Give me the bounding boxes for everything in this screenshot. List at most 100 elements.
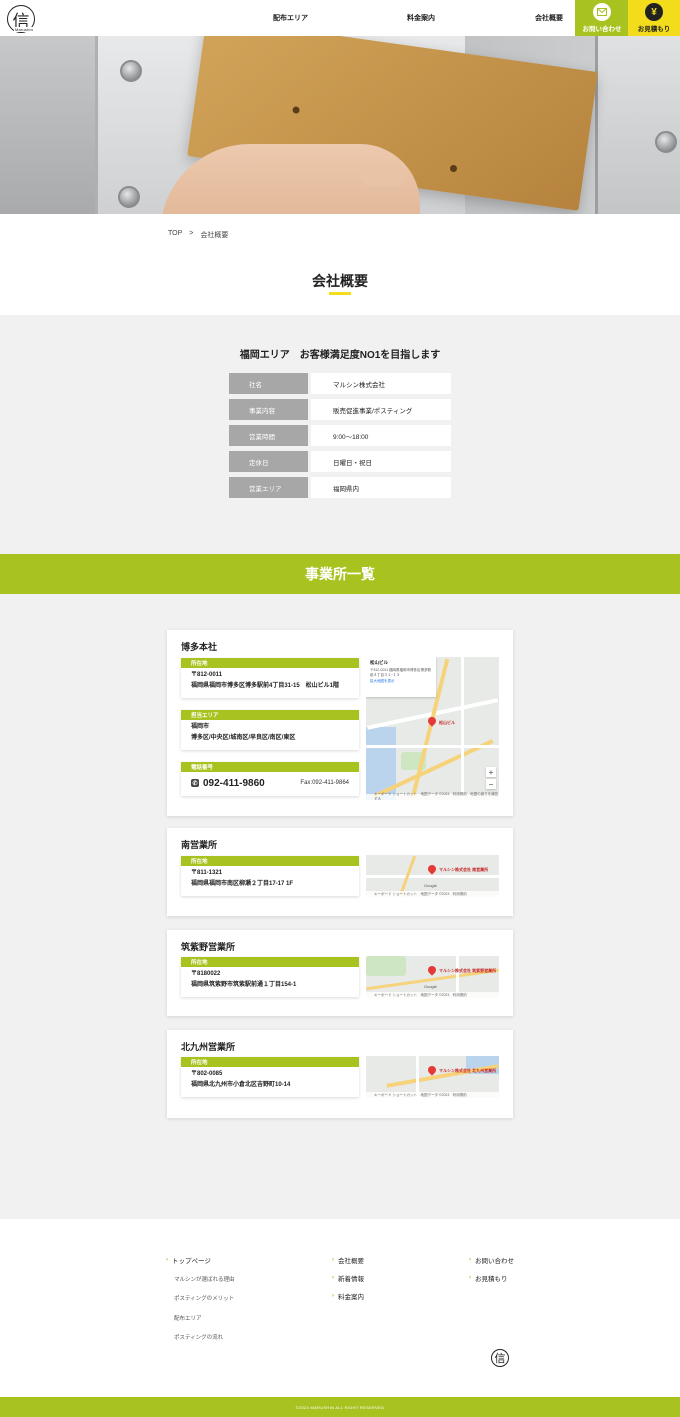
info-label: 定休日 [229, 451, 308, 472]
map-pin-label: マルシン株式会社 北九州営業所 [439, 1068, 497, 1073]
map-embed[interactable]: マルシン株式会社 北九州営業所 キーボード ショートカット 地図データ ©202… [366, 1056, 499, 1098]
map-zoom-out-button[interactable]: − [486, 779, 496, 789]
chevron-right-icon: › [332, 1293, 334, 1299]
field-label: 所在地 [181, 957, 359, 967]
phone-link[interactable]: ✆ 092-411-9860 [191, 778, 265, 789]
info-row: 定休日 日曜日・祝日 [229, 451, 451, 472]
hero-image [0, 36, 680, 214]
footer-sublink[interactable]: マルシンが選ばれる理由 [166, 1269, 235, 1289]
footer-link-label: 新着情報 [338, 1276, 364, 1283]
title-underline [329, 292, 351, 295]
field-label: 所在地 [181, 1057, 359, 1067]
logo-subtext: Marushin [14, 27, 35, 32]
envelope-hole [449, 164, 458, 173]
footer-col-3: › お問い合わせ › お見積もり [469, 1251, 514, 1287]
map-info-box: 松山ビル 〒812-0011 福岡県福岡市博多区博多駅前４丁目３１−１５ 拡大地… [366, 657, 436, 697]
office-card-kitakyushu: 北九州営業所 所在地 〒802-0085 福岡県北九州市小倉北区吉野町10-14… [167, 1030, 513, 1118]
area-city: 福岡市 [191, 724, 210, 730]
map-attribution: キーボード ショートカット 地図データ ©2023 利用規約 [366, 1092, 499, 1098]
nav-area[interactable]: 配布エリア [273, 0, 308, 36]
map-attribution: キーボード ショートカット 地図データ ©2023 利用規約 地図の誤りを報告す… [366, 792, 499, 800]
info-value: 福岡県内 [311, 477, 451, 498]
mailbox-lock [655, 131, 677, 153]
info-value: 9:00〜18:00 [311, 425, 451, 446]
footer-sublink[interactable]: 配布エリア [166, 1308, 235, 1328]
info-label: 社名 [229, 373, 308, 394]
map-pin[interactable] [426, 863, 438, 875]
thumb [360, 164, 405, 186]
postal-code: 〒812-0011 [191, 672, 223, 678]
office-card-minami: 南営業所 所在地 〒811-1321 福岡県福岡市南区柳瀬２丁目17-17 1F… [167, 828, 513, 916]
office-name: 筑紫野営業所 [181, 942, 236, 952]
breadcrumb: TOP > 会社概要 [168, 230, 228, 240]
map-pin-label: 松山ビル [439, 720, 455, 725]
address-text: 福岡県福岡市博多区博多駅前4丁目31-15 松山ビル1階 [191, 683, 340, 689]
map-road [461, 657, 464, 800]
office-name: 南営業所 [181, 840, 218, 850]
map-embed[interactable]: 松山ビル 松山ビル 〒812-0011 福岡県福岡市博多区博多駅前４丁目３１−１… [366, 657, 499, 800]
area-wards: 博多区/中央区/城南区/早良区/南区/東区 [191, 735, 296, 741]
footer-col-1: › トップページ マルシンが選ばれる理由 ポスティングのメリット 配布エリア ポス… [166, 1251, 235, 1347]
map-pin[interactable] [426, 964, 438, 976]
company-section: 福岡エリア お客様満足度NO1を目指します 社名 マルシン株式会社 事業内容 販… [0, 315, 680, 554]
footer-link-label: トップページ [172, 1258, 211, 1265]
map-embed[interactable]: マルシン株式会社 筑紫野営業所 Google キーボード ショートカット 地図デ… [366, 956, 499, 998]
mailbox-lock [118, 186, 140, 208]
breadcrumb-home[interactable]: TOP [168, 230, 182, 240]
office-name: 博多本社 [181, 642, 218, 652]
map-embed[interactable]: マルシン株式会社 南営業所 Google キーボード ショートカット 地図データ… [366, 855, 499, 897]
footer-link[interactable]: › 料金案内 [332, 1287, 364, 1305]
phone-number: 092-411-9860 [203, 777, 265, 789]
office-name: 北九州営業所 [181, 1042, 236, 1052]
field-label: 所在地 [181, 856, 359, 866]
map-zoom-in-button[interactable]: + [486, 767, 496, 777]
address-field: 所在地 〒811-1321 福岡県福岡市南区柳瀬２丁目17-17 1F [181, 856, 359, 896]
address-field: 所在地 〒802-0085 福岡県北九州市小倉北区吉野町10-14 [181, 1057, 359, 1097]
info-label: 営業エリア [229, 477, 308, 498]
phone-field: 電話番号 ✆ 092-411-9860 Fax:092-411-9864 [181, 762, 359, 796]
footer-sublink[interactable]: ポスティングの流れ [166, 1328, 235, 1348]
info-label: 事業内容 [229, 399, 308, 420]
area-field: 担当エリア 福岡市 博多区/中央区/城南区/早良区/南区/東区 [181, 710, 359, 750]
info-row: 営業エリア 福岡県内 [229, 477, 451, 498]
nav-company[interactable]: 会社概要 [535, 0, 563, 36]
footer-sublink[interactable]: ポスティングのメリット [166, 1289, 235, 1309]
address-text: 福岡県福岡市南区柳瀬２丁目17-17 1F [191, 881, 294, 887]
address-field: 所在地 〒8180022 福岡県筑紫野市筑紫駅前通１丁目154-1 [181, 957, 359, 997]
chevron-right-icon: › [332, 1257, 334, 1263]
site-header: 信 Marushin 配布エリア 料金案内 会社概要 お問い合わせ ¥ お見積も… [0, 0, 680, 36]
map-brand: Google [424, 883, 437, 888]
envelope-hole [292, 106, 301, 114]
footer-col-2: › 会社概要 › 新着情報 › 料金案内 [332, 1251, 364, 1305]
map-place-address: 〒812-0011 福岡県福岡市博多区博多駅前４丁目３１−１５ [370, 668, 432, 677]
chevron-right-icon: › [332, 1275, 334, 1281]
map-brand: Google [424, 984, 437, 989]
footer-link-top[interactable]: › トップページ [166, 1251, 235, 1269]
postal-code: 〒811-1321 [191, 870, 223, 876]
footer-link[interactable]: › 新着情報 [332, 1269, 364, 1287]
footer-link-label: 料金案内 [338, 1294, 364, 1301]
mail-icon [593, 3, 611, 21]
info-value: 日曜日・祝日 [311, 451, 451, 472]
quote-button[interactable]: ¥ お見積もり [628, 0, 680, 36]
info-label: 営業時間 [229, 425, 308, 446]
mailbox-lock [120, 60, 142, 82]
footer-link[interactable]: › お見積もり [469, 1269, 514, 1287]
map-pin-label: マルシン株式会社 南営業所 [439, 867, 489, 872]
address-field: 所在地 〒812-0011 福岡県福岡市博多区博多駅前4丁目31-15 松山ビル… [181, 658, 359, 698]
fax-number: Fax:092-411-9864 [300, 780, 349, 786]
field-label: 所在地 [181, 658, 359, 668]
nav-pricing[interactable]: 料金案内 [407, 0, 435, 36]
footer-logo[interactable]: 信 [491, 1349, 509, 1367]
footer-link[interactable]: › お問い合わせ [469, 1251, 514, 1269]
footer-link[interactable]: › 会社概要 [332, 1251, 364, 1269]
info-row: 事業内容 販売促進事業/ポスティング [229, 399, 451, 420]
chevron-right-icon: › [166, 1257, 168, 1263]
contact-label: お問い合わせ [582, 26, 622, 33]
map-park [366, 956, 406, 976]
offices-section: 博多本社 所在地 〒812-0011 福岡県福岡市博多区博多駅前4丁目31-15… [0, 594, 680, 1219]
map-enlarge-link[interactable]: 拡大地図を表示 [370, 679, 432, 684]
page-title: 会社概要 [312, 273, 368, 289]
contact-button[interactable]: お問い合わせ [575, 0, 629, 36]
map-attribution: キーボード ショートカット 地図データ ©2023 利用規約 [366, 992, 499, 998]
